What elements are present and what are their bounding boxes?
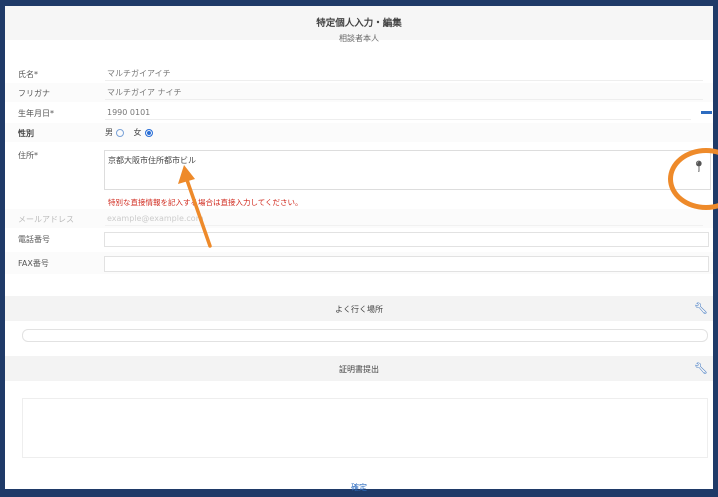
annotation-arrow <box>178 165 212 248</box>
